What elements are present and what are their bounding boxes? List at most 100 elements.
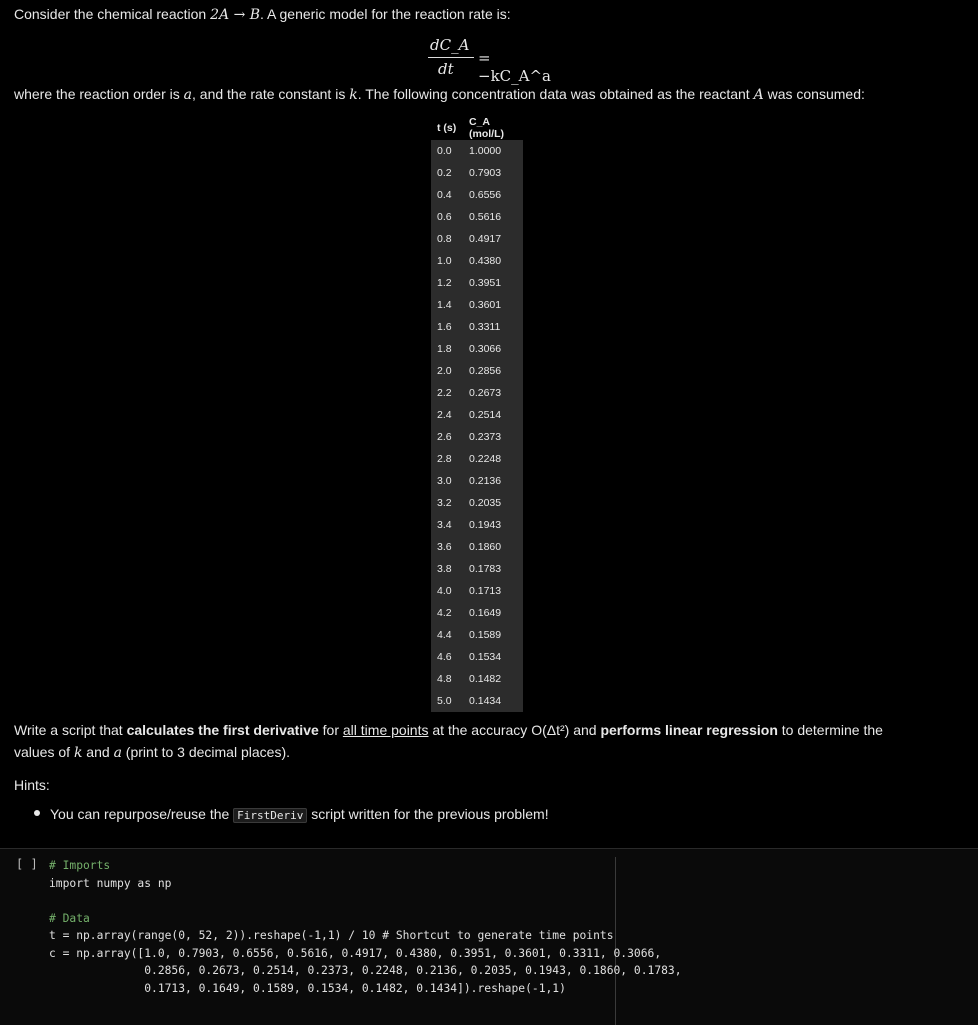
time-cell: 4.8 <box>431 668 463 690</box>
concentration-cell: 0.5616 <box>463 206 523 228</box>
time-cell: 1.0 <box>431 250 463 272</box>
table-row: 3.2 0.2035 <box>431 492 523 514</box>
table-row: 1.0 0.4380 <box>431 250 523 272</box>
desc-text: . The following concentration data was o… <box>357 86 754 102</box>
reaction-formula: 2A → B <box>210 7 261 23</box>
equation-rhs: = −kC_A^a <box>478 49 551 85</box>
concentration-cell: 0.1713 <box>463 580 523 602</box>
code-editor[interactable]: # Imports import numpy as np # Data t = np.… <box>49 857 682 997</box>
time-cell: 3.8 <box>431 558 463 580</box>
time-cell: 1.8 <box>431 338 463 360</box>
intro-paragraph: Consider the chemical reaction 2A → B. A… <box>14 6 511 23</box>
code-line: c = np.array([1.0, 0.7903, 0.6556, 0.561… <box>49 946 662 960</box>
concentration-cell: 0.1589 <box>463 624 523 646</box>
table-row: 0.8 0.4917 <box>431 228 523 250</box>
table-row: 3.6 0.1860 <box>431 536 523 558</box>
task-paragraph-line-1: Write a script that calculates the first… <box>14 722 883 738</box>
task-text: to determine the <box>777 722 883 738</box>
time-cell: 0.8 <box>431 228 463 250</box>
time-cell: 0.6 <box>431 206 463 228</box>
concentration-cell: 0.3601 <box>463 294 523 316</box>
time-cell: 3.2 <box>431 492 463 514</box>
table-row: 3.4 0.1943 <box>431 514 523 536</box>
concentration-cell: 0.1434 <box>463 690 523 712</box>
concentration-cell: 0.4380 <box>463 250 523 272</box>
equation-denominator: dt <box>438 60 454 78</box>
table-row: 1.2 0.3951 <box>431 272 523 294</box>
table-row: 2.0 0.2856 <box>431 360 523 382</box>
table-row: 4.0 0.1713 <box>431 580 523 602</box>
concentration-cell: 0.1860 <box>463 536 523 558</box>
time-cell: 2.4 <box>431 404 463 426</box>
concentration-table: t (s) C_A (mol/L) 0.0 1.0000 0.2 0.7903 0.4 0… <box>431 116 523 712</box>
concentration-cell: 0.3311 <box>463 316 523 338</box>
hints-label: Hints: <box>14 777 50 793</box>
concentration-cell: 0.2856 <box>463 360 523 382</box>
table-row: 1.4 0.3601 <box>431 294 523 316</box>
table-header-row: t (s) C_A (mol/L) <box>431 116 523 140</box>
run-cell-button[interactable]: [ ] <box>16 857 38 871</box>
table-row: 4.6 0.1534 <box>431 646 523 668</box>
table-row: 0.4 0.6556 <box>431 184 523 206</box>
hint-text: You can repurpose/reuse the <box>50 806 234 822</box>
code-line: # Data <box>49 911 90 925</box>
table-row: 3.0 0.2136 <box>431 470 523 492</box>
concentration-cell: 0.1649 <box>463 602 523 624</box>
concentration-cell: 0.6556 <box>463 184 523 206</box>
table-row: 4.4 0.1589 <box>431 624 523 646</box>
table-row: 4.8 0.1482 <box>431 668 523 690</box>
task-bold-text: calculates the first derivative <box>126 722 319 738</box>
task-text: and <box>82 744 114 760</box>
table-row: 0.2 0.7903 <box>431 162 523 184</box>
code-line: # Imports <box>49 859 111 872</box>
concentration-cell: 0.3951 <box>463 272 523 294</box>
task-text: (print to 3 decimal places). <box>121 744 290 760</box>
code-line: t = np.array(range(0, 52, 2)).reshape(-1… <box>49 929 614 942</box>
concentration-cell: 0.1783 <box>463 558 523 580</box>
concentration-cell: 0.2035 <box>463 492 523 514</box>
concentration-cell: 0.2514 <box>463 404 523 426</box>
table-row: 2.2 0.2673 <box>431 382 523 404</box>
table-row: 2.4 0.2514 <box>431 404 523 426</box>
intro-tail: . A generic model for the reaction rate … <box>260 6 511 22</box>
header-concentration: C_A (mol/L) <box>469 116 504 140</box>
time-cell: 3.0 <box>431 470 463 492</box>
table-body: 0.0 1.0000 0.2 0.7903 0.4 0.6556 0.6 0.5616 0.8 0… <box>431 140 523 712</box>
task-text: for <box>318 722 343 738</box>
time-cell: 0.4 <box>431 184 463 206</box>
task-text: values of <box>14 744 74 760</box>
table-row: 2.8 0.2248 <box>431 448 523 470</box>
time-cell: 0.0 <box>431 140 463 162</box>
time-cell: 1.2 <box>431 272 463 294</box>
code-line: 0.2856, 0.2673, 0.2514, 0.2373, 0.2248, … <box>49 964 682 977</box>
task-underlined-text: all time points <box>342 722 429 738</box>
time-cell: 3.4 <box>431 514 463 536</box>
concentration-cell: 1.0000 <box>463 140 523 162</box>
hint-list-item: You can repurpose/reuse the FirstDeriv s… <box>34 806 549 823</box>
concentration-cell: 0.2136 <box>463 470 523 492</box>
concentration-cell: 0.4917 <box>463 228 523 250</box>
rate-equation: dC_A dt = −kC_A^a <box>420 36 560 85</box>
concentration-cell: 0.3066 <box>463 338 523 360</box>
concentration-cell: 0.1943 <box>463 514 523 536</box>
code-line: 0.1713, 0.1649, 0.1589, 0.1534, 0.1482, … <box>49 981 566 995</box>
equation-numerator: dC_A <box>430 36 470 54</box>
time-cell: 4.4 <box>431 624 463 646</box>
table-row: 0.6 0.5616 <box>431 206 523 228</box>
concentration-cell: 0.1482 <box>463 668 523 690</box>
code-cell[interactable]: [ ] # Imports import numpy as np # Data t =… <box>0 848 978 1025</box>
hint-text: script written for the previous problem! <box>307 806 549 822</box>
time-cell: 2.2 <box>431 382 463 404</box>
time-cell: 4.6 <box>431 646 463 668</box>
table-row: 5.0 0.1434 <box>431 690 523 712</box>
task-text: Write a script that <box>14 722 127 738</box>
table-row: 2.6 0.2373 <box>431 426 523 448</box>
time-cell: 4.2 <box>431 602 463 624</box>
task-paragraph-line-2: values of k and a (print to 3 decimal pl… <box>14 744 290 761</box>
header-time: t (s) <box>437 122 457 134</box>
table-row: 3.8 0.1783 <box>431 558 523 580</box>
desc-text: where the reaction order is <box>14 86 184 102</box>
time-cell: 5.0 <box>431 690 463 712</box>
var-a: a <box>183 87 192 103</box>
